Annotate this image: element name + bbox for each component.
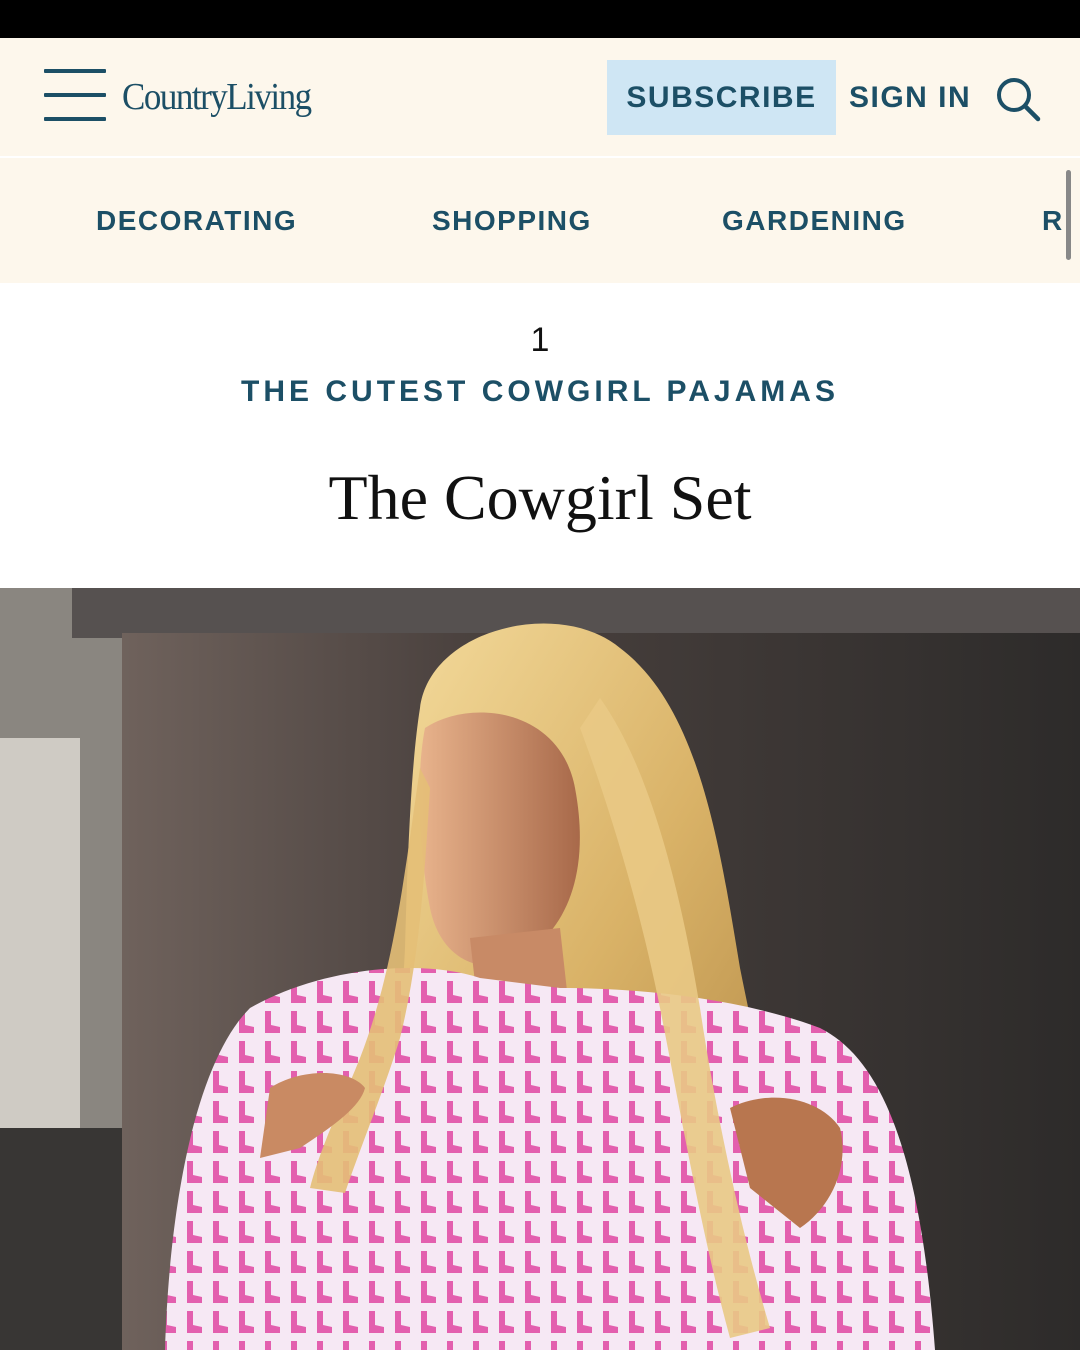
article-headline-area: 1 THE CUTEST COWGIRL PAJAMAS The Cowgirl… bbox=[0, 283, 1080, 588]
site-header: CountryLiving SUBSCRIBE SIGN IN bbox=[0, 38, 1080, 156]
category-nav: DECORATING SHOPPING GARDENING R bbox=[0, 158, 1080, 283]
article-photo bbox=[0, 588, 1080, 1350]
nav-item-gardening[interactable]: GARDENING bbox=[722, 158, 907, 283]
sign-in-link[interactable]: SIGN IN bbox=[849, 60, 971, 135]
site-logo[interactable]: CountryLiving bbox=[122, 72, 312, 122]
nav-item-shopping[interactable]: SHOPPING bbox=[432, 158, 592, 283]
nav-scrollbar[interactable] bbox=[1066, 170, 1071, 260]
nav-item-partial[interactable]: R bbox=[1042, 158, 1064, 283]
search-icon[interactable] bbox=[994, 75, 1042, 123]
status-bar bbox=[0, 0, 1080, 38]
subscribe-button[interactable]: SUBSCRIBE bbox=[607, 60, 836, 135]
article-title: The Cowgirl Set bbox=[328, 462, 752, 533]
slide-number: 1 bbox=[530, 321, 550, 359]
article-kicker: THE CUTEST COWGIRL PAJAMAS bbox=[241, 375, 839, 408]
hamburger-menu-icon[interactable] bbox=[44, 69, 106, 123]
nav-item-decorating[interactable]: DECORATING bbox=[96, 158, 297, 283]
